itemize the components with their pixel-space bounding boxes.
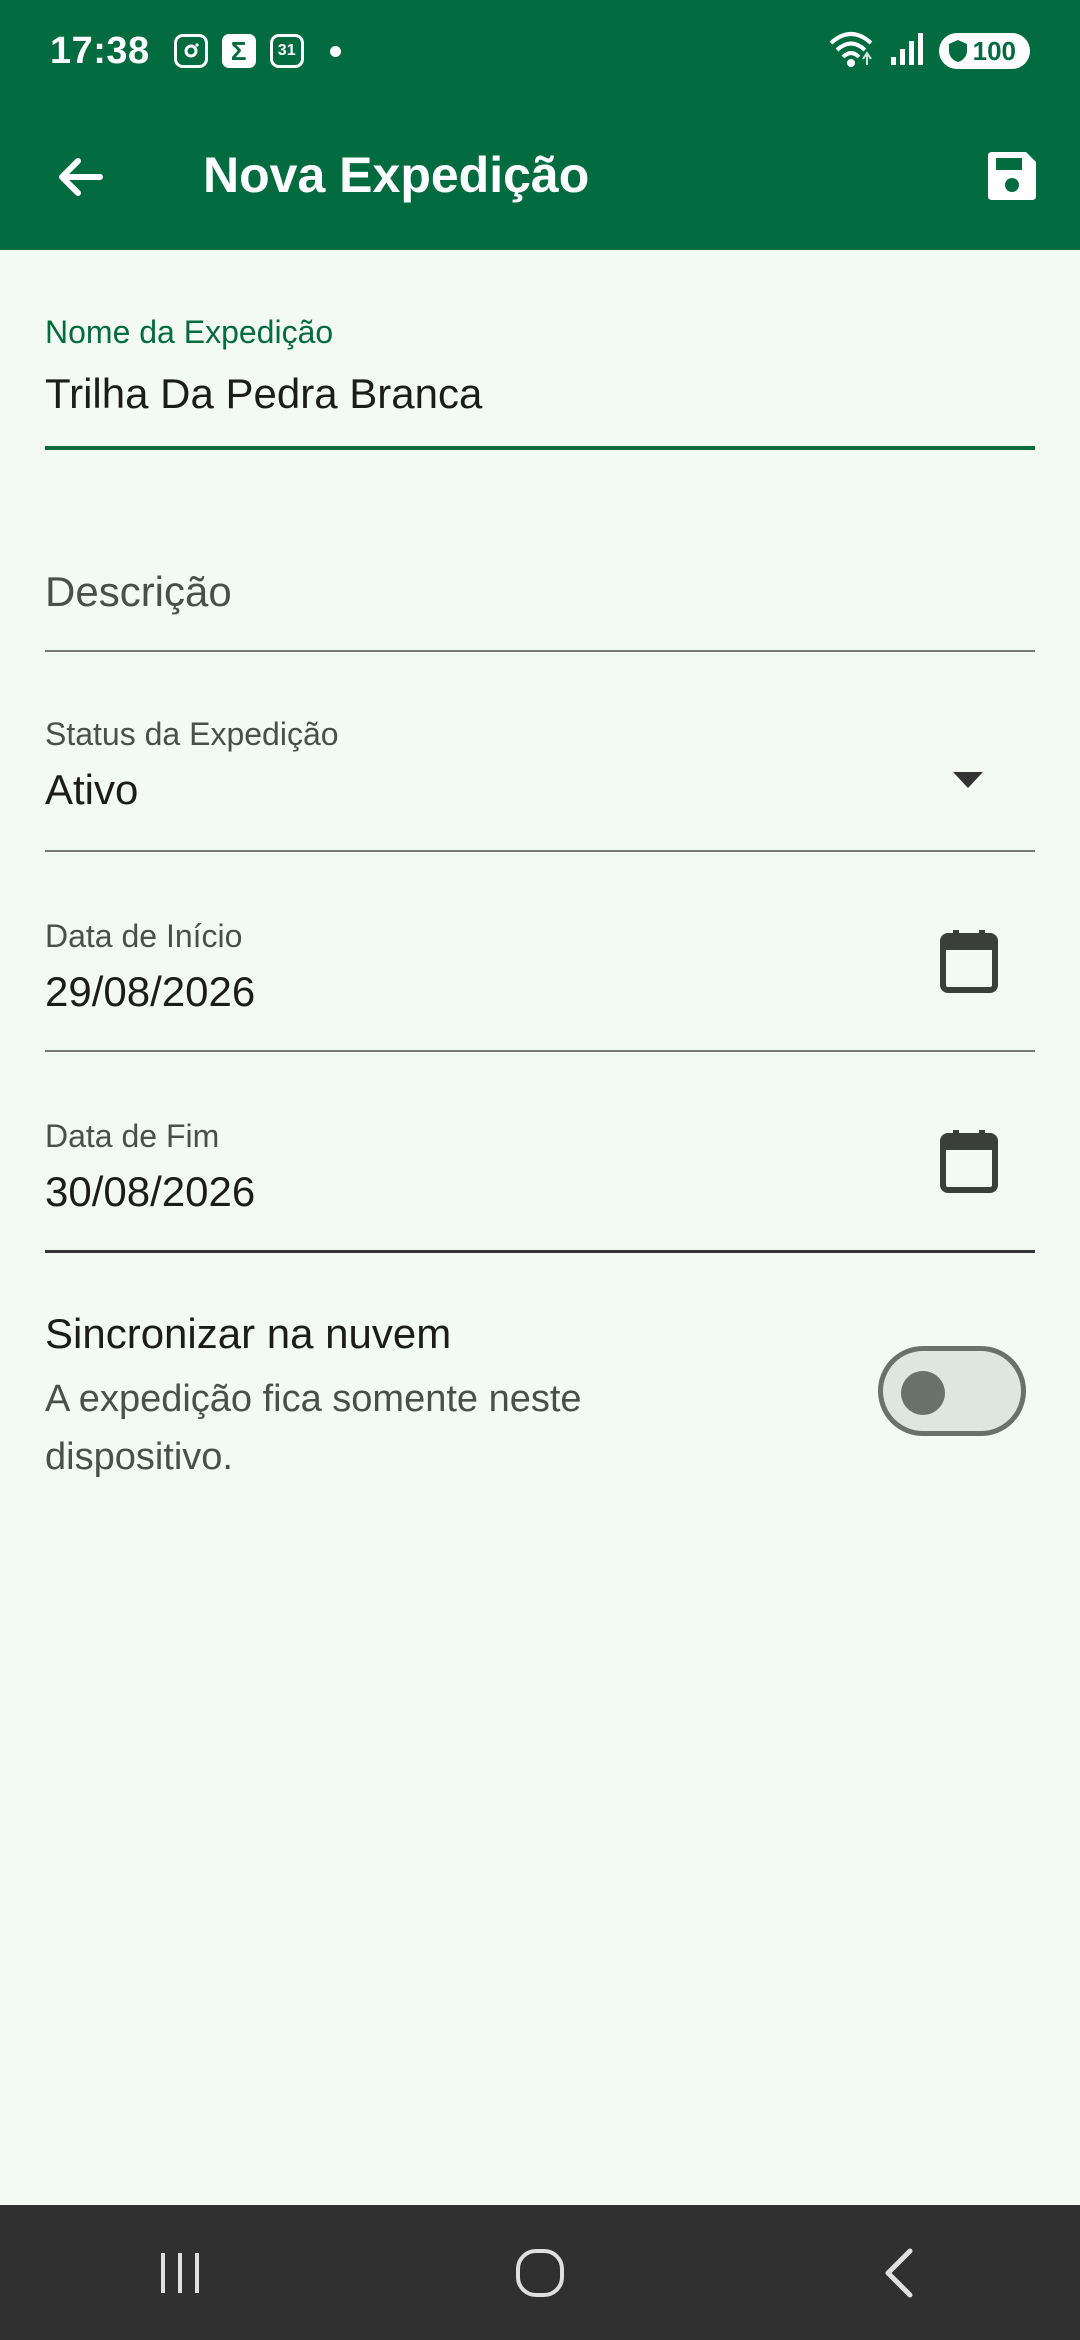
- name-input[interactable]: Trilha Da Pedra Branca: [45, 370, 482, 418]
- wifi-icon: [827, 29, 875, 74]
- expedition-form: Nome da Expedição Trilha Da Pedra Branca…: [45, 250, 1035, 1510]
- notification-icons: Σ 31: [173, 34, 341, 68]
- battery-icon: 100: [938, 33, 1030, 69]
- system-nav-bar: [0, 2205, 1080, 2340]
- app-bar: Nova Expedição: [0, 102, 1080, 250]
- status-value: Ativo: [45, 766, 139, 813]
- toggle-thumb: [901, 1371, 945, 1415]
- end-date-label: Data de Fim: [45, 1118, 220, 1154]
- end-date-value: 30/08/2026: [45, 1168, 256, 1215]
- calendar-badge: 31: [277, 42, 296, 59]
- arrow-back-icon: [59, 158, 103, 196]
- name-label: Nome da Expedição: [45, 314, 334, 350]
- status-time: 17:38: [50, 29, 150, 72]
- calendar-picker-icon[interactable]: [939, 1128, 999, 1194]
- save-button[interactable]: [974, 138, 1050, 214]
- sync-title: Sincronizar na nuvem: [45, 1310, 452, 1357]
- system-icons: 100: [827, 29, 1030, 74]
- home-button[interactable]: [480, 2228, 600, 2318]
- name-field[interactable]: Nome da Expedição Trilha Da Pedra Branca: [45, 250, 1035, 450]
- calendar-icon: 31: [269, 34, 304, 68]
- recents-icon: [161, 2252, 199, 2293]
- sync-subtitle: A expedição fica somente neste dispositi…: [45, 1378, 582, 1478]
- system-back-button[interactable]: [840, 2228, 960, 2318]
- status-bar: 17:38 Σ 31 100: [0, 0, 1080, 102]
- description-input[interactable]: Descrição: [45, 568, 232, 616]
- status-dropdown[interactable]: Status da Expedição Ativo: [45, 650, 1035, 852]
- dot-icon: [329, 45, 341, 57]
- chevron-left-icon: [885, 2248, 913, 2297]
- start-date-value: 29/08/2026: [45, 968, 256, 1015]
- sync-toggle[interactable]: [878, 1346, 1026, 1436]
- description-field[interactable]: Descrição: [45, 450, 1035, 652]
- save-icon: [988, 152, 1036, 200]
- dropdown-arrow-icon: [953, 772, 983, 788]
- status-label: Status da Expedição: [45, 716, 339, 752]
- shield-icon: [948, 40, 967, 62]
- page-title: Nova Expedição: [203, 147, 590, 203]
- sigma-icon: Σ: [221, 34, 256, 68]
- back-button[interactable]: [45, 142, 115, 212]
- instagram-icon: [173, 34, 208, 68]
- recent-apps-button[interactable]: [120, 2228, 240, 2318]
- calendar-picker-icon[interactable]: [939, 928, 999, 994]
- home-icon: [516, 2248, 564, 2297]
- start-date-label: Data de Início: [45, 918, 243, 954]
- start-date-field[interactable]: Data de Início 29/08/2026: [45, 850, 1035, 1052]
- end-date-field[interactable]: Data de Fim 30/08/2026: [45, 1050, 1035, 1253]
- signal-icon: [889, 31, 925, 72]
- sync-row[interactable]: Sincronizar na nuvem A expedição fica so…: [45, 1250, 1035, 1510]
- battery-level: 100: [972, 35, 1016, 66]
